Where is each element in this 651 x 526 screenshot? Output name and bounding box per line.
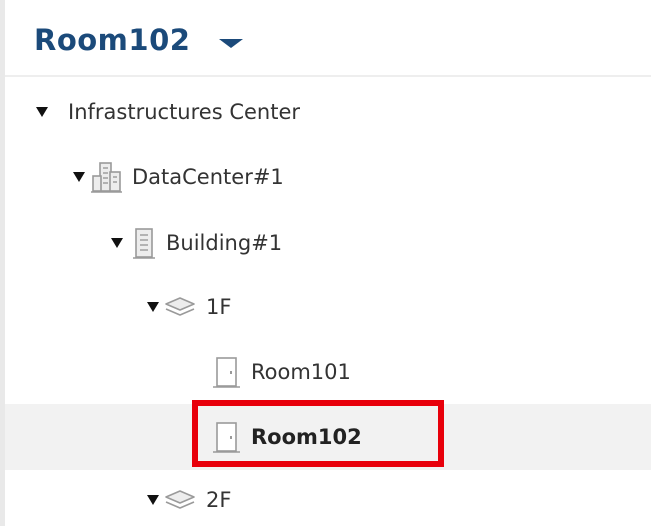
tree-node-label: 2F [206, 488, 232, 512]
expand-caret-icon[interactable] [111, 238, 123, 248]
chevron-down-icon[interactable] [219, 39, 243, 48]
tree-node-floor-1f[interactable]: 1F [147, 287, 231, 327]
location-title[interactable]: Room102 [34, 23, 190, 57]
buildings-icon [91, 160, 123, 194]
tree-node-label: Room101 [251, 360, 351, 384]
expand-caret-icon[interactable] [147, 495, 159, 505]
layers-icon [163, 487, 197, 513]
tree-node-label: DataCenter#1 [132, 165, 284, 189]
door-icon [212, 355, 242, 389]
tree-panel: Room102 Infrastructures Center DataCente… [0, 0, 651, 526]
tree-node-label: 1F [206, 295, 232, 319]
tree-node-label: Building#1 [166, 231, 283, 255]
tree-node-building[interactable]: Building#1 [111, 223, 282, 263]
expand-caret-icon[interactable] [36, 107, 48, 117]
layers-icon [163, 294, 197, 320]
tree-node-label: Infrastructures Center [68, 100, 300, 124]
expand-caret-icon[interactable] [73, 172, 85, 182]
tree-node-datacenter[interactable]: DataCenter#1 [73, 157, 284, 197]
panel-header[interactable]: Room102 [5, 0, 651, 77]
expand-caret-icon[interactable] [147, 302, 159, 312]
building-icon [131, 226, 157, 260]
tree-node-infrastructures-center[interactable]: Infrastructures Center [36, 92, 300, 132]
selection-highlight-box [192, 400, 444, 467]
tree-node-floor-2f[interactable]: 2F [147, 480, 231, 520]
tree-node-room101[interactable]: Room101 [212, 352, 351, 392]
